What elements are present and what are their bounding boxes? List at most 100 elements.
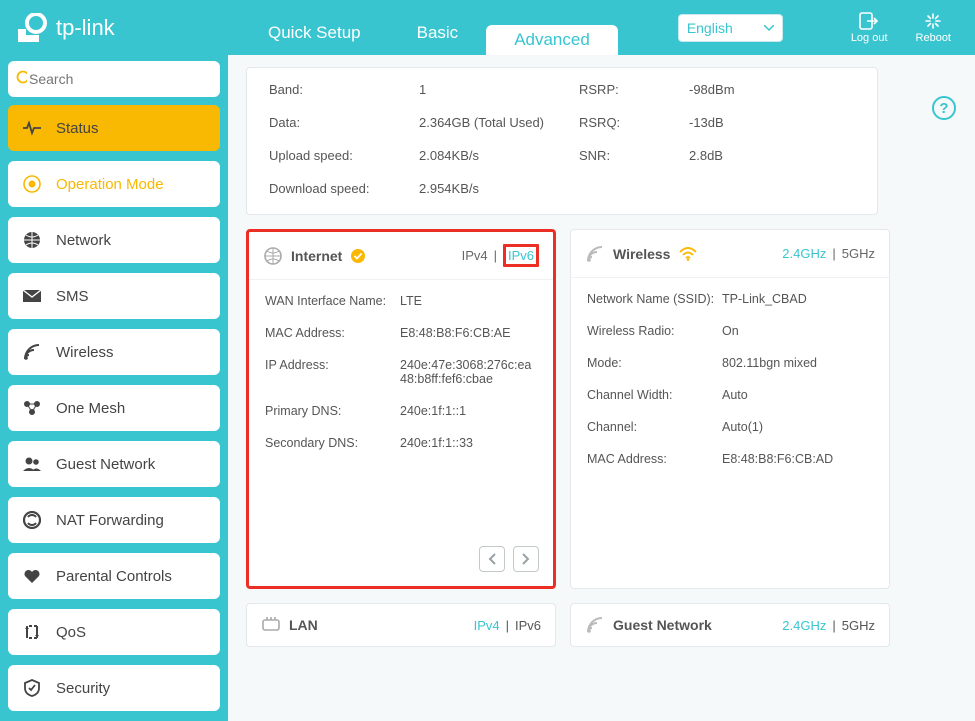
stat-label: Download speed: [269,181,419,196]
stat-value: 2.954KB/s [419,181,579,196]
reboot-icon [923,12,943,30]
signal-icon [22,343,42,361]
sidebar-item-label: Security [56,680,110,697]
top-tabs: Quick Setup Basic Advanced [240,0,618,55]
signal-icon [585,616,605,634]
kv-value: E8:48:B8:F6:CB:AD [722,452,873,466]
search-icon [16,70,27,88]
mini-panel-row: LAN IPv4 | IPv6 Guest Network 2.4GHz | 5… [246,603,975,647]
sidebar-item-guest-network[interactable]: Guest Network [8,441,220,487]
stat-label: Band: [269,82,419,97]
nat-icon [22,511,42,529]
header-bar: tp-link Quick Setup Basic Advanced Engli… [0,0,975,55]
sidebar-item-security[interactable]: Security [8,665,220,711]
internet-details: WAN Interface Name:LTE MAC Address:E8:48… [249,280,553,482]
stat-value: 1 [419,82,579,97]
pager [479,546,539,572]
sidebar-item-qos[interactable]: QoS [8,609,220,655]
tp-link-logo-icon [14,13,52,43]
ipv4-tab[interactable]: IPv4 [462,248,488,263]
help-button[interactable]: ? [931,95,957,126]
kv-value: LTE [400,294,537,308]
logout-button[interactable]: Log out [851,12,888,44]
kv-value: Auto [722,388,873,402]
separator: | [832,246,835,261]
kv-label: Channel: [587,420,722,434]
sidebar-item-operation-mode[interactable]: Operation Mode [8,161,220,207]
kv-value: E8:48:B8:F6:CB:AE [400,326,537,340]
kv-value: 802.11bgn mixed [722,356,873,370]
brand-label: tp-link [56,15,115,41]
lan-panel-header[interactable]: LAN IPv4 | IPv6 [246,603,556,647]
kv-value: On [722,324,873,338]
kv-value: TP-Link_CBAD [722,292,873,306]
guest-5-tab[interactable]: 5GHz [842,618,875,633]
ipv6-tab[interactable]: IPv6 [503,244,539,267]
sidebar-item-wireless[interactable]: Wireless [8,329,220,375]
page-prev-button[interactable] [479,546,505,572]
sidebar-item-network[interactable]: Network [8,217,220,263]
logout-icon [859,12,879,30]
tab-quick-setup[interactable]: Quick Setup [240,11,389,55]
lan-ipv4-tab[interactable]: IPv4 [474,618,500,633]
kv-value: 240e:1f:1::1 [400,404,537,418]
users-icon [22,456,42,472]
band-5-tab[interactable]: 5GHz [842,246,875,261]
tab-advanced[interactable]: Advanced [486,25,618,55]
separator: | [494,248,497,263]
wireless-title: Wireless [613,246,670,262]
sidebar-item-status[interactable]: Status [8,105,220,151]
pulse-icon [22,120,42,136]
guest-panel-header[interactable]: Guest Network 2.4GHz | 5GHz [570,603,890,647]
search-input[interactable] [27,70,212,88]
sidebar-item-onemesh[interactable]: One Mesh [8,385,220,431]
stat-label: Data: [269,115,419,130]
stat-label: RSRP: [579,82,689,97]
language-select[interactable]: English [678,14,783,42]
globe-icon [263,246,283,266]
sidebar-item-label: One Mesh [56,400,125,417]
help-icon: ? [931,95,957,121]
sidebar-item-label: Status [56,120,99,137]
tab-basic[interactable]: Basic [389,11,487,55]
sidebar-item-label: Parental Controls [56,568,172,585]
band-24-tab[interactable]: 2.4GHz [782,246,826,261]
target-icon [22,174,42,194]
page-next-button[interactable] [513,546,539,572]
sidebar-item-label: Guest Network [56,456,155,473]
sidebar-item-label: Operation Mode [56,176,164,193]
reboot-button[interactable]: Reboot [916,12,951,44]
stat-label: Upload speed: [269,148,419,163]
stat-value: 2.8dB [689,148,809,163]
globe-icon [22,230,42,250]
main-content: ? Band: 1 RSRP: -98dBm Data: 2.364GB (To… [228,55,975,721]
sidebar-item-label: NAT Forwarding [56,512,164,529]
lan-ipv6-tab[interactable]: IPv6 [515,618,541,633]
kv-value: 240e:1f:1::33 [400,436,537,450]
search-box[interactable] [8,61,220,97]
kv-label: WAN Interface Name: [265,294,400,308]
separator: | [832,618,835,633]
kv-label: MAC Address: [587,452,722,466]
guest-title: Guest Network [613,617,712,633]
shield-icon [22,678,42,698]
kv-value: 240e:47e:3068:276c:ea48:b8ff:fef6:cbae [400,358,537,386]
kv-label: Channel Width: [587,388,722,402]
stat-value: 2.084KB/s [419,148,579,163]
sidebar-item-sms[interactable]: SMS [8,273,220,319]
kv-value: Auto(1) [722,420,873,434]
mail-icon [22,289,42,303]
kv-label: IP Address: [265,358,400,386]
guest-24-tab[interactable]: 2.4GHz [782,618,826,633]
kv-label: Wireless Radio: [587,324,722,338]
sidebar-item-label: Network [56,232,111,249]
lan-title: LAN [289,617,318,633]
stat-label: RSRQ: [579,115,689,130]
qos-icon [22,623,42,641]
panel-row: Internet IPv4 | IPv6 WAN Interface Name:… [246,229,975,589]
sidebar: Status Operation Mode Network SMS Wirele… [0,55,228,721]
mesh-icon [22,399,42,417]
sidebar-item-nat-forwarding[interactable]: NAT Forwarding [8,497,220,543]
sidebar-item-parental-controls[interactable]: Parental Controls [8,553,220,599]
wifi-icon [678,247,698,261]
